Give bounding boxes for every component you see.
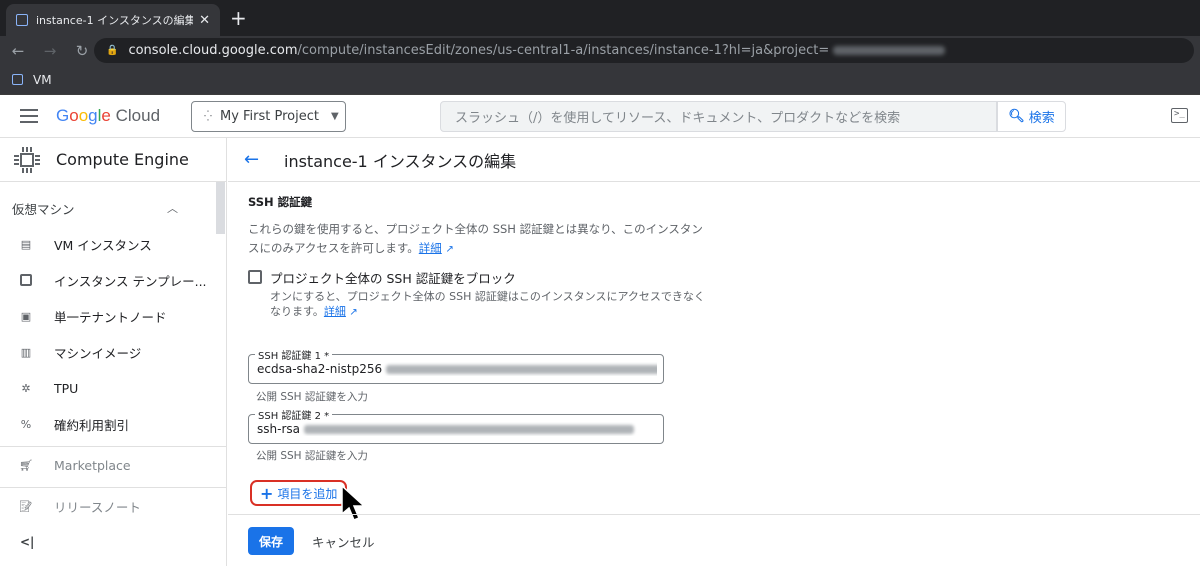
external-link-icon: ↗ [349, 307, 358, 318]
sidebar-item-label: VM インスタンス [54, 237, 152, 253]
cloud-shell-icon[interactable]: >_ [1171, 108, 1188, 123]
browser-tab[interactable]: instance-1 インスタンスの編集 – Co ✕ [6, 4, 220, 36]
redacted-key [386, 365, 657, 374]
menu-icon[interactable] [20, 109, 38, 127]
machine-image-icon: ▥ [20, 345, 32, 359]
new-tab-button[interactable]: + [230, 6, 247, 30]
block-project-keys-label: プロジェクト全体の SSH 認証鍵をブロック [270, 271, 516, 286]
cart-icon: 🛒︎ [19, 458, 33, 472]
search-button[interactable]: 🔍︎ 検索 [997, 101, 1066, 132]
sidebar-item-label: インスタンス テンプレー... [54, 273, 207, 289]
sidebar-item-sole-tenant-nodes[interactable]: ▣ 単一テナントノード [0, 298, 226, 334]
sidebar-item-vm-instances[interactable]: ▤ VM インスタンス [0, 226, 226, 262]
details-link[interactable]: 詳細 [419, 241, 442, 255]
ssh-key-1-field[interactable]: SSH 認証鍵 1 * ecdsa-sha2-nistp256 [248, 347, 664, 384]
block-project-keys-checkbox[interactable] [248, 270, 262, 284]
sidebar-item-label: 単一テナントノード [54, 309, 167, 325]
sidebar-title: Compute Engine [56, 150, 189, 169]
close-tab-icon[interactable]: ✕ [199, 13, 210, 28]
sidebar-item-label: TPU [54, 380, 79, 396]
redacted-project-id [833, 46, 946, 55]
release-notes-icon: 📝︎ [19, 499, 33, 513]
chip-bookmark-icon [12, 74, 23, 85]
chip-favicon-icon [16, 14, 28, 26]
ssh-key-2-value: ssh-rsa [257, 422, 657, 436]
console-header: Google Cloud ⁛ My First Project ▼ スラッシュ（… [0, 95, 1200, 138]
page-title: instance-1 インスタンスの編集 [284, 151, 517, 171]
ssh-key-1-label: SSH 認証鍵 1 * [255, 347, 333, 362]
form-actions: 保存 キャンセル [228, 514, 1200, 566]
sidebar-item-label: マシンイメージ [54, 345, 142, 361]
url-path: /compute/instancesEdit/zones/us-central1… [297, 43, 830, 58]
section-vm[interactable]: 仮想マシン ︿ [0, 194, 214, 222]
project-selector[interactable]: ⁛ My First Project ▼ [191, 101, 346, 132]
ssh-keys-heading: SSH 認証鍵 [248, 195, 313, 209]
search-placeholder: スラッシュ（/）を使用してリソース、ドキュメント、プロダクトなどを検索 [455, 111, 901, 126]
sidebar-item-machine-images[interactable]: ▥ マシンイメージ [0, 334, 226, 370]
google-cloud-logo[interactable]: Google Cloud [56, 106, 160, 126]
sidebar-item-tpu[interactable]: ✲ TPU [0, 370, 226, 406]
ssh-key-1-help: 公開 SSH 認証鍵を入力 [256, 391, 368, 403]
ssh-keys-description: これらの鍵を使用すると、プロジェクト全体の SSH 認証鍵とは異なり、このインス… [248, 222, 703, 255]
sidebar-item-marketplace[interactable]: 🛒︎ Marketplace [0, 447, 226, 483]
vm-instance-icon: ▤ [20, 237, 32, 251]
ssh-key-1-value: ecdsa-sha2-nistp256 [257, 362, 657, 376]
sidebar-item-label: リリースノート [54, 499, 141, 515]
project-dots-icon: ⁛ [204, 111, 212, 122]
cancel-button[interactable]: キャンセル [312, 527, 375, 555]
sidebar-header: Compute Engine [0, 138, 226, 182]
compute-engine-chip-icon [14, 146, 40, 173]
back-arrow-icon[interactable]: ← [2, 42, 34, 60]
add-item-button[interactable]: + 項目を追加 [250, 480, 348, 506]
collapse-sidebar-icon[interactable]: <| [20, 535, 34, 549]
page-header: ← instance-1 インスタンスの編集 [228, 138, 1200, 182]
sidebar-item-release-notes[interactable]: 📝︎ リリースノート [0, 488, 226, 524]
block-project-keys-help: オンにすると、プロジェクト全体の SSH 認証鍵はこのインスタンスにアクセスでき… [270, 290, 705, 318]
sidebar: Compute Engine 仮想マシン ︿ ▤ VM インスタンス インスタン… [0, 138, 227, 566]
tpu-icon: ✲ [21, 381, 31, 395]
ssh-key-2-help: 公開 SSH 認証鍵を入力 [256, 450, 368, 462]
save-button[interactable]: 保存 [248, 527, 294, 555]
percent-icon: % [20, 417, 32, 431]
redacted-key [303, 425, 634, 434]
main-content: ← instance-1 インスタンスの編集 SSH 認証鍵 これらの鍵を使用す… [228, 138, 1200, 566]
block-project-keys-row: プロジェクト全体の SSH 認証鍵をブロック オンにすると、プロジェクト全体の … [248, 268, 710, 320]
search-button-label: 検索 [1028, 111, 1055, 126]
sidebar-item-committed-use[interactable]: % 確約利用割引 [0, 406, 226, 442]
search-input[interactable]: スラッシュ（/）を使用してリソース、ドキュメント、プロダクトなどを検索 [440, 101, 997, 132]
plus-icon: + [260, 483, 274, 503]
forward-arrow-icon[interactable]: → [34, 42, 66, 60]
search-icon: 🔍︎ [1008, 109, 1025, 124]
sidebar-nav: ▤ VM インスタンス インスタンス テンプレー... ▣ 単一テナントノード … [0, 226, 226, 524]
bookmarks-bar: VM [0, 65, 1200, 95]
section-label: 仮想マシン [12, 201, 75, 217]
add-item-label: 項目を追加 [277, 486, 338, 501]
back-arrow-icon[interactable]: ← [244, 149, 266, 170]
browser-tab-bar: instance-1 インスタンスの編集 – Co ✕ + [0, 0, 1200, 36]
project-name: My First Project [219, 109, 319, 124]
bookmark-vm[interactable]: VM [33, 73, 52, 87]
template-icon [20, 274, 32, 286]
sidebar-item-instance-templates[interactable]: インスタンス テンプレー... [0, 262, 226, 298]
address-bar[interactable]: 🔒 console.cloud.google.com/compute/insta… [94, 38, 1194, 63]
ssh-keys-section: SSH 認証鍵 これらの鍵を使用すると、プロジェクト全体の SSH 認証鍵とは異… [248, 194, 948, 521]
caret-down-icon: ▼ [331, 111, 339, 122]
sidebar-item-label: 確約利用割引 [54, 417, 130, 433]
ssh-key-2-label: SSH 認証鍵 2 * [255, 407, 333, 422]
url-host: console.cloud.google.com [128, 43, 298, 58]
chevron-up-icon: ︿ [167, 202, 178, 215]
sidebar-item-label: Marketplace [54, 457, 131, 473]
tab-title: instance-1 インスタンスの編集 – Co [36, 14, 194, 27]
details-link-2[interactable]: 詳細 [324, 305, 346, 318]
node-icon: ▣ [20, 309, 32, 323]
lock-icon: 🔒 [106, 45, 119, 56]
external-link-icon: ↗ [445, 244, 454, 255]
ssh-key-2-field[interactable]: SSH 認証鍵 2 * ssh-rsa [248, 407, 664, 444]
browser-toolbar: ← → ↻ 🔒 console.cloud.google.com/compute… [0, 36, 1200, 65]
